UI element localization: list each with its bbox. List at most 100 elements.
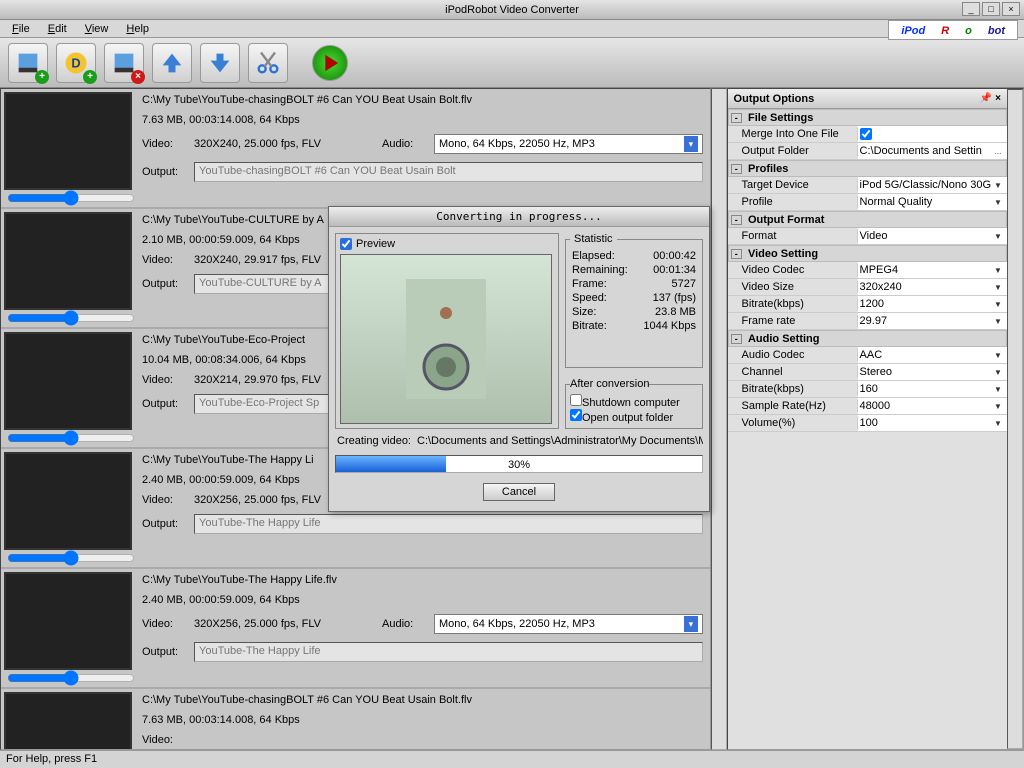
add-dvd-button[interactable]: D+ [56, 43, 96, 83]
seek-slider[interactable] [7, 552, 135, 564]
add-file-button[interactable]: + [8, 43, 48, 83]
list-item[interactable]: C:\My Tube\YouTube-chasingBOLT #6 Can YO… [1, 89, 710, 209]
prop-row: Video Size320x240▼ [728, 279, 1007, 296]
cancel-button[interactable]: Cancel [483, 483, 555, 501]
output-label: Output: [142, 166, 186, 178]
output-label: Output: [142, 646, 186, 658]
open-folder-checkbox[interactable] [570, 409, 582, 421]
prop-section-header[interactable]: -Audio Setting [728, 330, 1007, 347]
stat-remaining-value: 00:01:34 [653, 264, 696, 276]
prop-value[interactable]: 320x240▼ [858, 279, 1007, 295]
output-field[interactable]: YouTube-chasingBOLT #6 Can YOU Beat Usai… [194, 162, 703, 182]
cut-button[interactable] [248, 43, 288, 83]
preview-frame [340, 254, 552, 424]
prop-key: Bitrate(kbps) [728, 383, 858, 395]
progress-bar: 30% [335, 455, 703, 473]
move-up-button[interactable] [152, 43, 192, 83]
prop-key: Volume(%) [728, 417, 858, 429]
menubar: File Edit View Help iPodRobot [0, 20, 1024, 38]
prop-row: Bitrate(kbps)1200▼ [728, 296, 1007, 313]
stat-size-value: 23.8 MB [655, 306, 696, 318]
prop-row: Audio CodecAAC▼ [728, 347, 1007, 364]
prop-section-header[interactable]: -Output Format [728, 211, 1007, 228]
output-options-panel: Output Options 📌 × -File SettingsMerge I… [727, 88, 1024, 750]
preview-checkbox[interactable] [340, 238, 352, 250]
output-field[interactable]: YouTube-The Happy Life [194, 514, 703, 534]
convert-button[interactable] [312, 45, 348, 81]
seek-slider[interactable] [7, 192, 135, 204]
prop-value[interactable]: 48000▼ [858, 398, 1007, 414]
video-label: Video: [142, 374, 186, 386]
prop-row: ChannelStereo▼ [728, 364, 1007, 381]
prop-section-header[interactable]: -Video Setting [728, 245, 1007, 262]
open-folder-label: Open output folder [582, 412, 673, 424]
video-label: Video: [142, 618, 186, 630]
menu-view[interactable]: View [77, 21, 117, 37]
output-field[interactable]: YouTube-The Happy Life [194, 642, 703, 662]
video-label: Video: [142, 494, 186, 506]
maximize-button[interactable]: □ [982, 2, 1000, 16]
audio-select[interactable]: Mono, 64 Kbps, 22050 Hz, MP3▾ [434, 134, 703, 154]
file-meta: 7.63 MB, 00:03:14.008, 64 Kbps [142, 714, 703, 726]
close-button[interactable]: × [1002, 2, 1020, 16]
menu-help[interactable]: Help [118, 21, 157, 37]
statusbar: For Help, press F1 [0, 750, 1024, 768]
file-meta: 7.63 MB, 00:03:14.008, 64 Kbps [142, 114, 703, 126]
stat-remaining-label: Remaining: [572, 264, 628, 276]
stat-elapsed-label: Elapsed: [572, 250, 615, 262]
prop-key: Format [728, 230, 858, 242]
prop-value[interactable]: AAC▼ [858, 347, 1007, 363]
output-label: Output: [142, 398, 186, 410]
shutdown-checkbox[interactable] [570, 394, 582, 406]
menu-edit[interactable]: Edit [40, 21, 75, 37]
prop-value[interactable]: 100▼ [858, 415, 1007, 431]
prop-value[interactable]: MPEG4▼ [858, 262, 1007, 278]
pin-icon[interactable]: 📌 × [980, 93, 1001, 104]
prop-key: Merge Into One File [728, 128, 858, 140]
prop-value[interactable] [858, 126, 1007, 142]
prop-value[interactable]: 29.97▼ [858, 313, 1007, 329]
creating-video-path: C:\Documents and Settings\Administrator\… [417, 435, 703, 447]
progress-percent: 30% [336, 456, 702, 474]
menu-file[interactable]: File [4, 21, 38, 37]
prop-section-header[interactable]: -File Settings [728, 109, 1007, 126]
prop-section-header[interactable]: -Profiles [728, 160, 1007, 177]
prop-key: Channel [728, 366, 858, 378]
remove-button[interactable]: × [104, 43, 144, 83]
shutdown-label: Shutdown computer [582, 397, 680, 409]
seek-slider[interactable] [7, 432, 135, 444]
window-title: iPodRobot Video Converter [445, 4, 579, 16]
prop-value[interactable]: 1200▼ [858, 296, 1007, 312]
list-item[interactable]: C:\My Tube\YouTube-chasingBOLT #6 Can YO… [1, 689, 710, 750]
audio-select[interactable]: Mono, 64 Kbps, 22050 Hz, MP3▾ [434, 614, 703, 634]
list-scrollbar[interactable] [711, 88, 727, 750]
list-item[interactable]: C:\My Tube\YouTube-The Happy Life.flv 2.… [1, 569, 710, 689]
minimize-button[interactable]: _ [962, 2, 980, 16]
stat-bitrate-label: Bitrate: [572, 320, 607, 332]
prop-row: Volume(%)100▼ [728, 415, 1007, 432]
prop-key: Video Codec [728, 264, 858, 276]
prop-value[interactable]: C:\Documents and Settin... [858, 143, 1007, 159]
prop-value[interactable]: 160▼ [858, 381, 1007, 397]
prop-key: Target Device [728, 179, 858, 191]
thumbnail [4, 92, 132, 190]
stat-speed-label: Speed: [572, 292, 607, 304]
prop-value[interactable]: Video▼ [858, 228, 1007, 244]
brand-logo: iPodRobot [888, 20, 1018, 40]
seek-slider[interactable] [7, 672, 135, 684]
creating-video-label: Creating video: [337, 435, 411, 447]
prop-scrollbar[interactable] [1007, 89, 1023, 749]
prop-row: Frame rate29.97▼ [728, 313, 1007, 330]
prop-value[interactable]: Stereo▼ [858, 364, 1007, 380]
prop-value[interactable]: Normal Quality▼ [858, 194, 1007, 210]
titlebar: iPodRobot Video Converter _ □ × [0, 0, 1024, 20]
prop-key: Frame rate [728, 315, 858, 327]
video-info: 320X240, 25.000 fps, FLV [194, 138, 374, 150]
move-down-button[interactable] [200, 43, 240, 83]
seek-slider[interactable] [7, 312, 135, 324]
file-meta: 2.40 MB, 00:00:59.009, 64 Kbps [142, 594, 703, 606]
output-label: Output: [142, 518, 186, 530]
prop-key: Bitrate(kbps) [728, 298, 858, 310]
prop-value[interactable]: iPod 5G/Classic/Nono 30G▼ [858, 177, 1007, 193]
file-path: C:\My Tube\YouTube-The Happy Life.flv [142, 574, 703, 586]
